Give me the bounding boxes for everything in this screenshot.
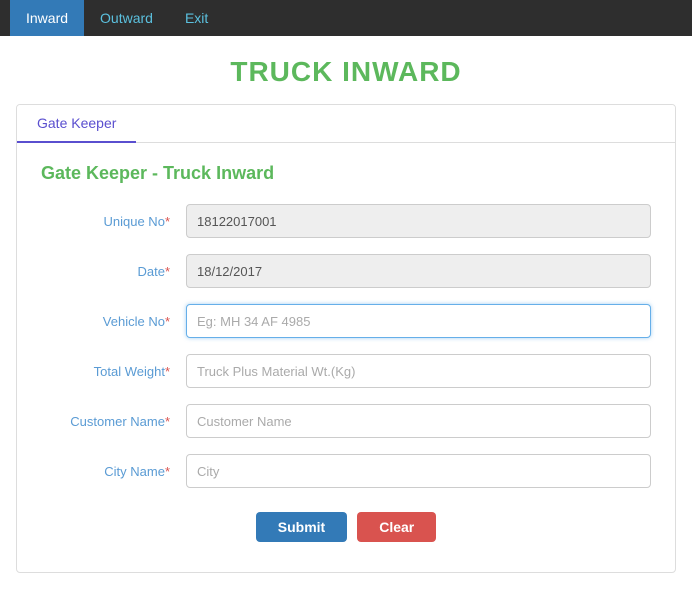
tab-bar: Gate Keeper bbox=[17, 105, 675, 143]
required-mark: * bbox=[165, 214, 170, 229]
required-mark: * bbox=[165, 264, 170, 279]
page-title: TRUCK INWARD bbox=[0, 36, 692, 104]
nav-item-outward[interactable]: Outward bbox=[84, 0, 169, 36]
input-vehicle-no[interactable] bbox=[186, 304, 651, 338]
button-row: Submit Clear bbox=[41, 512, 651, 542]
required-mark: * bbox=[165, 364, 170, 379]
form-row-total-weight: Total Weight* bbox=[41, 354, 651, 388]
section-title: Gate Keeper - Truck Inward bbox=[41, 163, 651, 184]
nav-item-inward[interactable]: Inward bbox=[10, 0, 84, 36]
input-date bbox=[186, 254, 651, 288]
form-container: Unique No* Date* Vehicle No* Total Weight* C… bbox=[41, 204, 651, 488]
form-row-date: Date* bbox=[41, 254, 651, 288]
input-unique-no bbox=[186, 204, 651, 238]
form-row-customer-name: Customer Name* bbox=[41, 404, 651, 438]
tab-gate-keeper[interactable]: Gate Keeper bbox=[17, 105, 136, 143]
input-customer-name[interactable] bbox=[186, 404, 651, 438]
card-body: Gate Keeper - Truck Inward Unique No* Dat… bbox=[17, 143, 675, 572]
nav-item-exit[interactable]: Exit bbox=[169, 0, 224, 36]
form-row-vehicle-no: Vehicle No* bbox=[41, 304, 651, 338]
label-date: Date* bbox=[41, 264, 186, 279]
form-row-unique-no: Unique No* bbox=[41, 204, 651, 238]
form-row-city-name: City Name* bbox=[41, 454, 651, 488]
label-customer-name: Customer Name* bbox=[41, 414, 186, 429]
input-total-weight[interactable] bbox=[186, 354, 651, 388]
main-card: Gate Keeper Gate Keeper - Truck Inward U… bbox=[16, 104, 676, 573]
input-city-name[interactable] bbox=[186, 454, 651, 488]
label-total-weight: Total Weight* bbox=[41, 364, 186, 379]
label-city-name: City Name* bbox=[41, 464, 186, 479]
label-unique-no: Unique No* bbox=[41, 214, 186, 229]
required-mark: * bbox=[165, 314, 170, 329]
clear-button[interactable]: Clear bbox=[357, 512, 436, 542]
required-mark: * bbox=[165, 464, 170, 479]
submit-button[interactable]: Submit bbox=[256, 512, 347, 542]
label-vehicle-no: Vehicle No* bbox=[41, 314, 186, 329]
navbar: Inward Outward Exit bbox=[0, 0, 692, 36]
required-mark: * bbox=[165, 414, 170, 429]
